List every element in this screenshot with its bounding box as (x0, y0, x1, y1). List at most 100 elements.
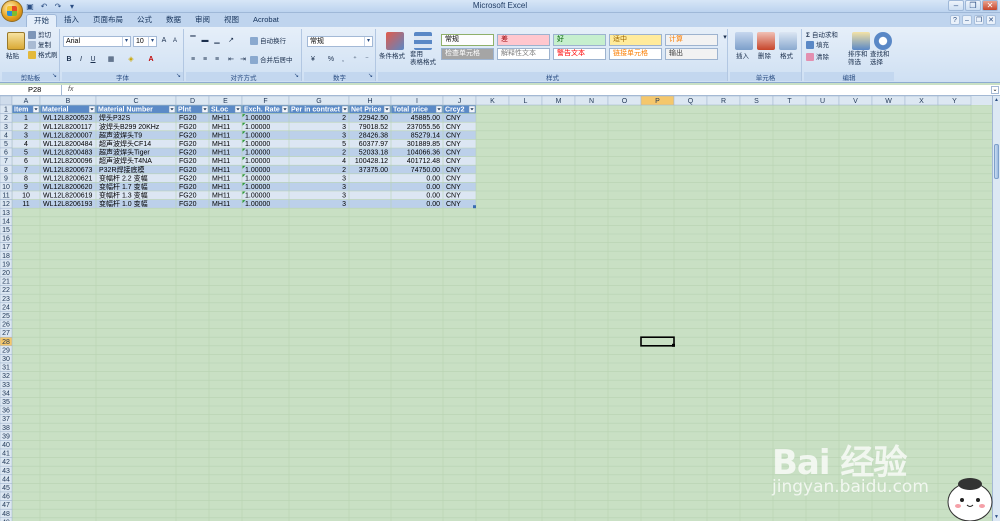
table-cell[interactable]: 1.00000 (245, 167, 270, 174)
table-cell[interactable]: MH11 (212, 158, 230, 165)
border-icon[interactable]: ▦ (106, 55, 116, 65)
dialog-launcher-icon[interactable]: ↘ (51, 73, 58, 80)
align-center-icon[interactable]: ≡ (200, 55, 210, 65)
table-cell[interactable]: MH11 (212, 201, 230, 208)
table-cell[interactable]: 0.00 (426, 175, 440, 182)
currency-icon[interactable]: ¥ (308, 55, 318, 65)
fill-handle[interactable] (672, 343, 675, 347)
table-cell[interactable]: 3 (342, 201, 346, 208)
table-cell[interactable]: WL12L8200117 (43, 124, 92, 131)
font-color-icon[interactable]: A (146, 55, 156, 65)
dialog-launcher-icon[interactable]: ↘ (367, 73, 374, 80)
table-cell[interactable]: 2 (342, 167, 346, 174)
table-cell[interactable]: 5 (24, 150, 28, 157)
table-cell[interactable]: 100428.12 (355, 158, 388, 165)
table-cell[interactable]: FG20 (179, 184, 197, 191)
tab-0[interactable]: 开始 (26, 14, 57, 27)
table-cell[interactable]: 3 (342, 124, 346, 131)
table-cell[interactable]: 104066.36 (407, 150, 440, 157)
table-cell[interactable]: 5 (342, 141, 346, 148)
align-bottom-icon[interactable]: ▁ (212, 36, 222, 46)
table-cell[interactable]: 401712.48 (407, 158, 440, 165)
comma-icon[interactable]: , (338, 55, 348, 65)
table-cell[interactable]: 2 (342, 150, 346, 157)
table-cell[interactable]: 1 (24, 115, 28, 122)
find-select-button[interactable]: 查找和 选择 (870, 51, 890, 67)
table-cell[interactable]: 3 (342, 132, 346, 139)
table-cell[interactable]: 28426.38 (359, 132, 388, 139)
conditional-format-icon[interactable] (386, 32, 404, 50)
table-cell[interactable]: CNY (446, 150, 461, 157)
table-cell[interactable]: 0.00 (426, 184, 440, 191)
copy-button[interactable]: 复制 (28, 41, 51, 50)
formula-input[interactable] (84, 85, 990, 95)
help-icon[interactable]: ? (950, 15, 960, 25)
sort-filter-button[interactable]: 排序和 筛选 (848, 51, 868, 67)
delete-cells-icon[interactable] (757, 32, 775, 50)
table-cell[interactable]: FG20 (179, 124, 197, 131)
table-cell[interactable]: CNY (446, 132, 461, 139)
workbook-minimize-icon[interactable]: – (962, 15, 972, 25)
table-cell[interactable]: 85279.14 (411, 132, 440, 139)
insert-cells-icon[interactable] (735, 32, 753, 50)
cell-style-3[interactable]: 适中 (609, 34, 662, 46)
table-cell[interactable]: MH11 (212, 124, 230, 131)
underline-icon[interactable]: U (88, 55, 98, 65)
table-cell[interactable]: 8 (24, 175, 28, 182)
dialog-launcher-icon[interactable]: ↘ (175, 73, 182, 80)
table-cell[interactable]: 45885.00 (411, 115, 440, 122)
table-cell[interactable]: 波焊头B299 20KHz (99, 122, 160, 131)
table-cell[interactable]: FG20 (179, 115, 197, 122)
table-cell[interactable]: 0.00 (426, 201, 440, 208)
paste-button[interactable]: 粘贴 (6, 52, 19, 61)
percent-icon[interactable]: % (326, 55, 336, 65)
table-cell[interactable]: 1.00000 (245, 141, 270, 148)
table-cell[interactable]: MH11 (212, 115, 230, 122)
delete-button[interactable]: 删除 (758, 52, 771, 61)
table-cell[interactable]: 2 (342, 115, 346, 122)
close-icon[interactable]: ✕ (982, 0, 998, 11)
table-cell[interactable]: WL12L8206193 (43, 201, 93, 208)
minimize-icon[interactable]: – (948, 0, 964, 11)
table-cell[interactable]: MH11 (212, 150, 230, 157)
table-cell[interactable]: 3 (24, 132, 28, 139)
table-cell[interactable]: 超声波焊头Tiger (99, 148, 150, 157)
increase-indent-icon[interactable]: ⇥ (238, 55, 248, 65)
table-cell[interactable]: 52033.18 (359, 150, 388, 157)
decrease-decimal-icon[interactable]: ⁻ (362, 55, 372, 65)
table-cell[interactable]: WL12L8200673 (43, 167, 93, 174)
table-cell[interactable]: P32R焊接底模 (99, 165, 145, 174)
merge-center-button[interactable]: 合并后居中 (250, 56, 293, 65)
tab-7[interactable]: Acrobat (246, 14, 286, 27)
table-cell[interactable]: 237055.56 (407, 124, 440, 131)
wrap-text-button[interactable]: 自动换行 (250, 37, 286, 46)
fx-icon[interactable]: fx (68, 85, 73, 95)
table-cell[interactable]: MH11 (212, 175, 230, 182)
find-select-icon[interactable] (874, 32, 892, 50)
clear-button[interactable]: 清除 (806, 53, 829, 62)
table-cell[interactable]: CNY (446, 201, 461, 208)
select-all-corner[interactable] (0, 96, 13, 106)
cell-style-7[interactable]: 警告文本 (553, 48, 606, 60)
table-cell[interactable]: 3 (342, 175, 346, 182)
table-cell[interactable]: CNY (446, 193, 461, 200)
table-cell[interactable]: CNY (446, 175, 461, 182)
align-left-icon[interactable]: ≡ (188, 55, 198, 65)
table-cell[interactable]: WL12L8200523 (43, 115, 93, 122)
bold-icon[interactable]: B (64, 55, 74, 65)
table-format-button[interactable]: 套用 表格格式 (410, 51, 436, 67)
table-cell[interactable]: FG20 (179, 175, 197, 182)
table-cell[interactable]: MH11 (212, 132, 230, 139)
dialog-launcher-icon[interactable]: ↘ (293, 73, 300, 80)
table-cell[interactable]: 9 (24, 184, 28, 191)
expand-formula-bar-icon[interactable]: ⌄ (991, 86, 999, 94)
tab-4[interactable]: 数据 (159, 14, 188, 27)
table-cell[interactable]: 1.00000 (245, 184, 270, 191)
style-gallery-more-icon[interactable]: ▾ (720, 33, 730, 43)
table-cell[interactable]: MH11 (212, 141, 230, 148)
office-button[interactable] (1, 0, 23, 22)
number-format-combo[interactable]: 常规 ▾ (307, 36, 373, 47)
cell-style-4[interactable]: 计算 (665, 34, 718, 46)
table-cell[interactable]: CNY (446, 167, 461, 174)
table-cell[interactable]: FG20 (179, 132, 197, 139)
